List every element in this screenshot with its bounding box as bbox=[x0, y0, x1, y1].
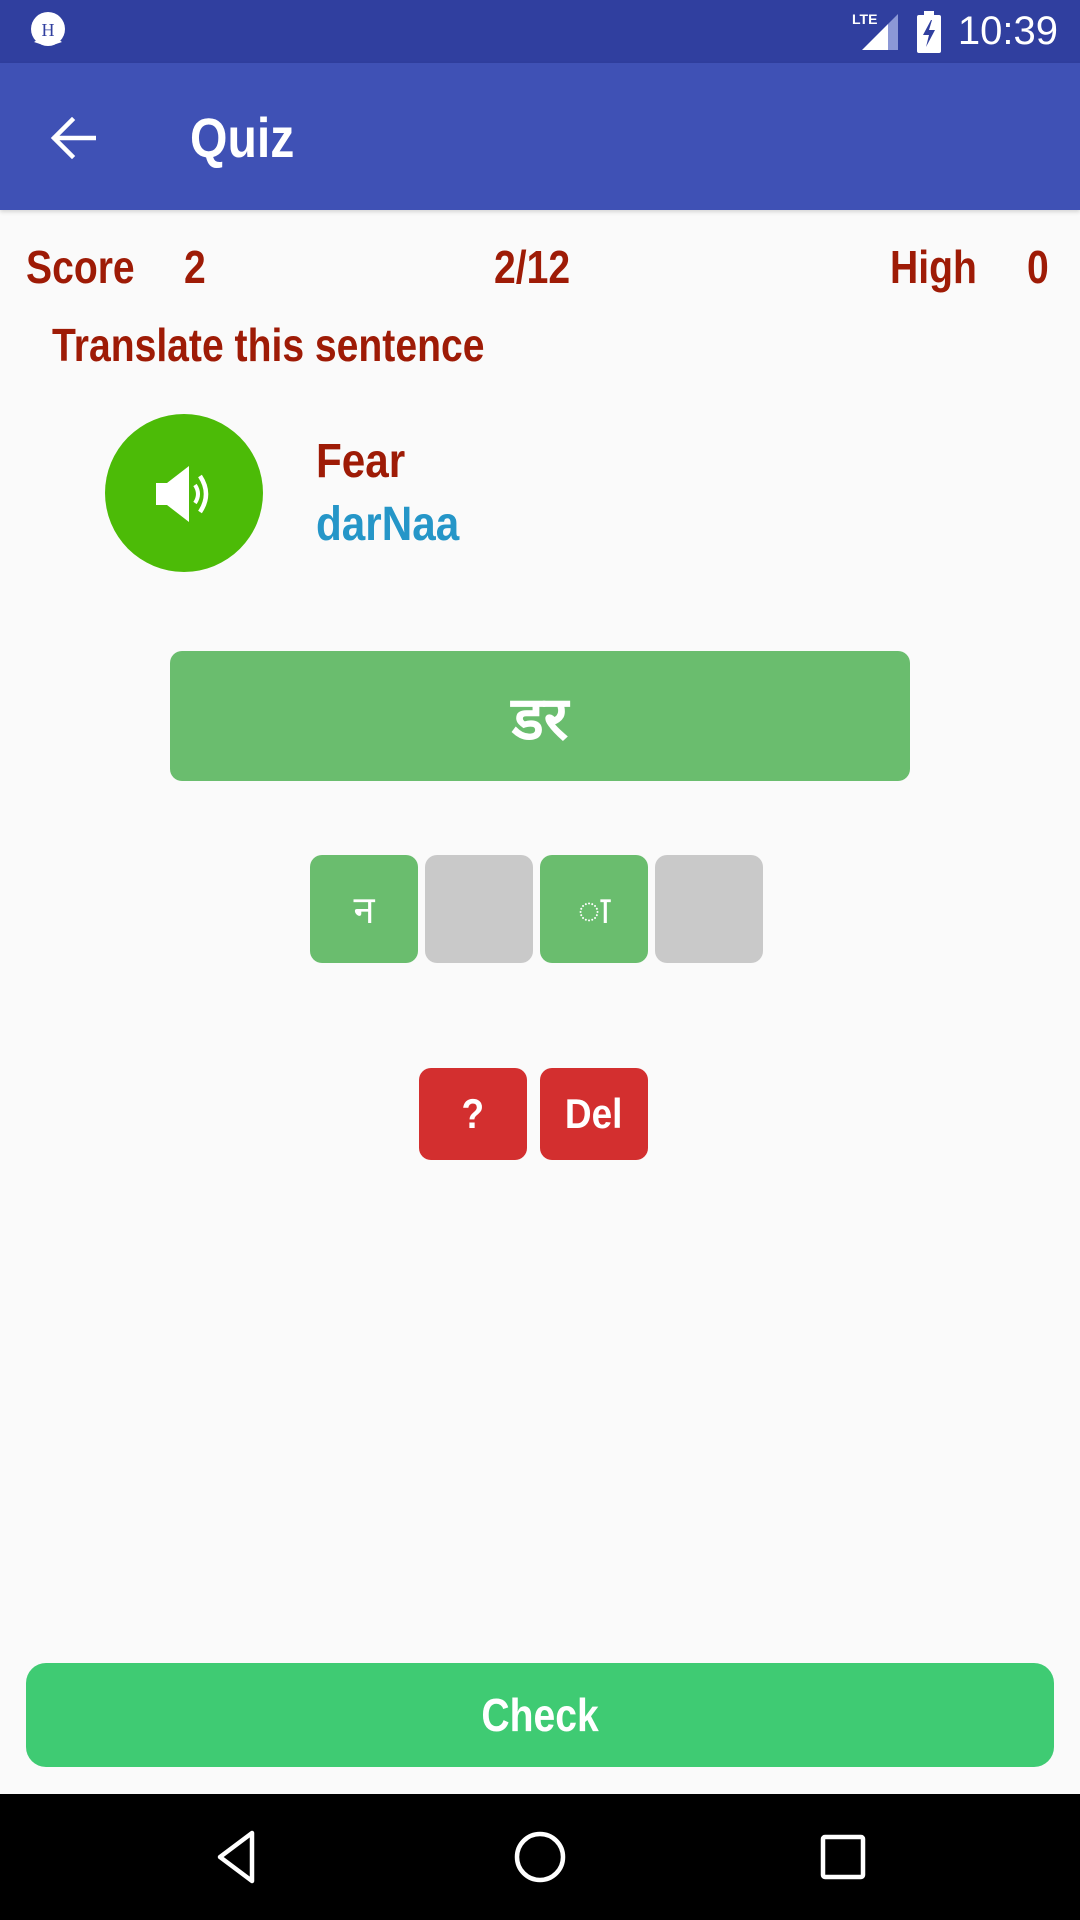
delete-button-label: Del bbox=[565, 1090, 623, 1137]
svg-text:H: H bbox=[42, 20, 55, 40]
arrow-left-icon bbox=[50, 117, 96, 159]
play-audio-button[interactable] bbox=[105, 414, 263, 572]
high-score-value: 0 bbox=[1027, 241, 1049, 293]
nav-back-button[interactable] bbox=[202, 1822, 272, 1892]
status-bar: H LTE 10:39 bbox=[0, 0, 1080, 63]
letter-tiles: न ा bbox=[310, 855, 763, 963]
app-notification-icon: H bbox=[31, 12, 65, 46]
letter-tile[interactable] bbox=[425, 855, 533, 963]
check-button-label: Check bbox=[481, 1689, 599, 1741]
high-score-label: High bbox=[890, 241, 977, 293]
answer-display: डर bbox=[170, 651, 910, 781]
score-value: 2 bbox=[184, 241, 206, 293]
speaker-icon bbox=[156, 466, 209, 522]
letter-tile[interactable]: ा bbox=[540, 855, 648, 963]
status-time: 10:39 bbox=[957, 9, 1058, 53]
lte-signal-icon: LTE bbox=[852, 11, 898, 50]
action-buttons: ? Del bbox=[419, 1068, 648, 1160]
system-nav-bar bbox=[0, 1794, 1080, 1920]
transliteration: darNaa bbox=[316, 498, 460, 551]
nav-recents-button[interactable] bbox=[808, 1822, 878, 1892]
hint-button[interactable]: ? bbox=[419, 1068, 527, 1160]
app-bar: Quiz bbox=[0, 63, 1080, 210]
letter-tile[interactable]: न bbox=[310, 855, 418, 963]
triangle-back-icon bbox=[217, 1830, 255, 1884]
battery-charging-icon bbox=[916, 10, 941, 53]
circle-home-icon bbox=[514, 1831, 566, 1883]
letter-tile[interactable] bbox=[655, 855, 763, 963]
english-word: Fear bbox=[316, 435, 406, 488]
instruction-text: Translate this sentence bbox=[52, 319, 485, 371]
score-label: Score bbox=[26, 241, 135, 293]
back-button[interactable] bbox=[38, 103, 108, 173]
nav-home-button[interactable] bbox=[505, 1822, 575, 1892]
question-progress: 2/12 bbox=[494, 241, 571, 293]
square-recents-icon bbox=[820, 1834, 866, 1880]
page-title: Quiz bbox=[190, 106, 295, 169]
check-button[interactable]: Check bbox=[26, 1663, 1054, 1767]
hint-button-label: ? bbox=[461, 1090, 485, 1137]
delete-button[interactable]: Del bbox=[540, 1068, 648, 1160]
svg-text:LTE: LTE bbox=[852, 11, 877, 27]
